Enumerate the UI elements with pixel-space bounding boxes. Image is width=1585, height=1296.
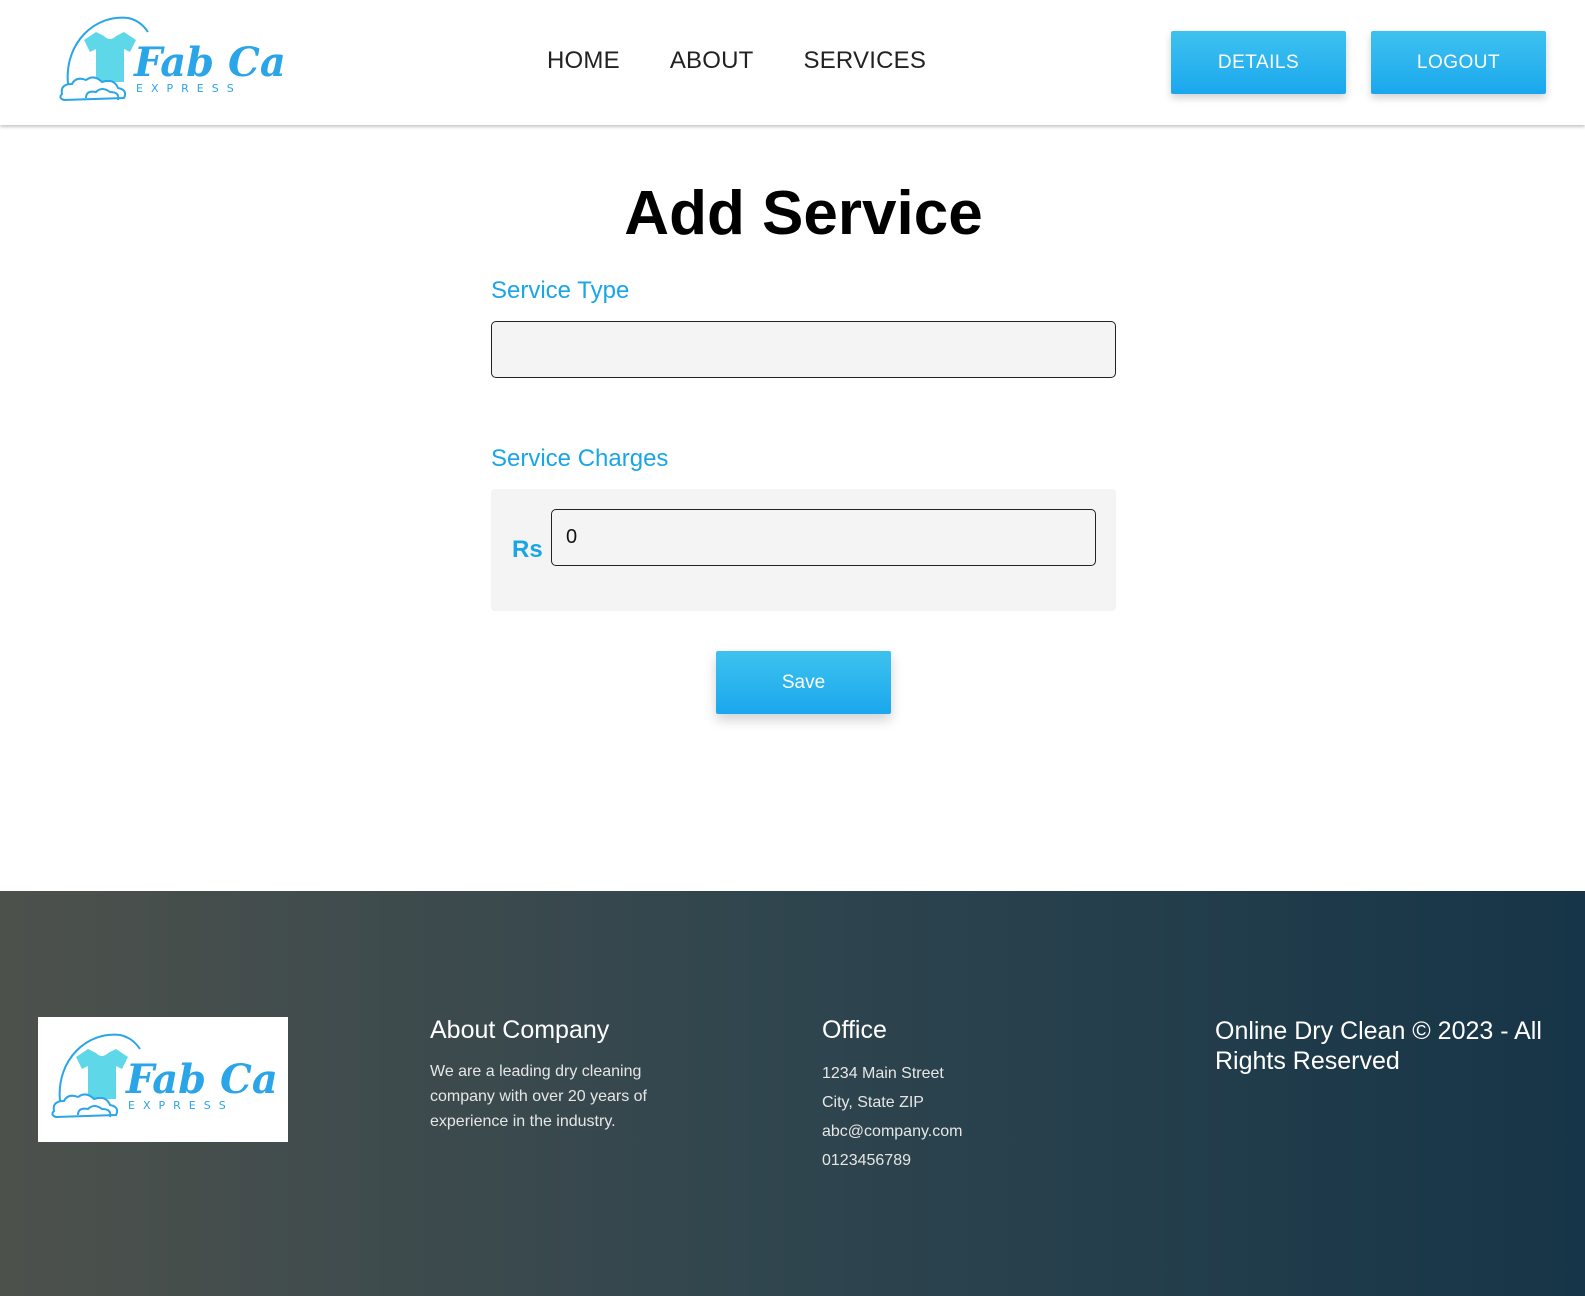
- footer-office-title: Office: [822, 1016, 887, 1044]
- service-type-label: Service Type: [491, 277, 630, 304]
- brand-logo[interactable]: Fab Care EXPRESS: [56, 12, 332, 110]
- footer-about-title: About Company: [430, 1016, 610, 1044]
- footer-about-text: We are a leading dry cleaning company wi…: [430, 1063, 647, 1130]
- footer-office: Office 1234 Main Street City, State ZIP …: [822, 1016, 962, 1175]
- logo-wordmark: Fab Care: [133, 39, 286, 86]
- save-button[interactable]: Save: [716, 651, 891, 714]
- service-type-input[interactable]: [491, 321, 1116, 378]
- service-charges-label: Service Charges: [491, 445, 669, 472]
- footer-logo-wordmark: Fab Care: [125, 1056, 278, 1103]
- office-email[interactable]: abc@company.com: [822, 1117, 962, 1146]
- service-charges-group: Rs: [491, 489, 1116, 611]
- logout-button[interactable]: LOGOUT: [1371, 31, 1546, 94]
- logo-graphic: Fab Care EXPRESS: [59, 16, 332, 102]
- site-footer: Fab Care EXPRESS About Company We are a …: [0, 891, 1585, 1296]
- office-phone[interactable]: 0123456789: [822, 1146, 962, 1175]
- service-charge-input[interactable]: [551, 509, 1096, 566]
- nav-home[interactable]: HOME: [547, 47, 620, 75]
- footer-logo-tagline: EXPRESS: [128, 1099, 234, 1112]
- currency-label: Rs: [512, 536, 543, 563]
- details-button[interactable]: DETAILS: [1171, 31, 1346, 94]
- footer-copyright: Online Dry Clean © 2023 - All Rights Res…: [1215, 1017, 1542, 1075]
- main-nav: HOME ABOUT SERVICES: [547, 47, 976, 75]
- logo-tagline: EXPRESS: [136, 82, 242, 95]
- footer-logo: Fab Care EXPRESS: [38, 1017, 288, 1142]
- office-address: 1234 Main Street: [822, 1065, 944, 1082]
- site-header: Fab Care EXPRESS HOME ABOUT SERVICES DET…: [0, 0, 1585, 125]
- page-title: Add Service: [624, 179, 983, 248]
- footer-logo-graphic: Fab Care EXPRESS: [51, 1033, 278, 1119]
- nav-services[interactable]: SERVICES: [804, 47, 927, 75]
- footer-about: About Company We are a leading dry clean…: [430, 1016, 670, 1134]
- nav-about[interactable]: ABOUT: [670, 47, 754, 75]
- office-city: City, State ZIP: [822, 1094, 924, 1111]
